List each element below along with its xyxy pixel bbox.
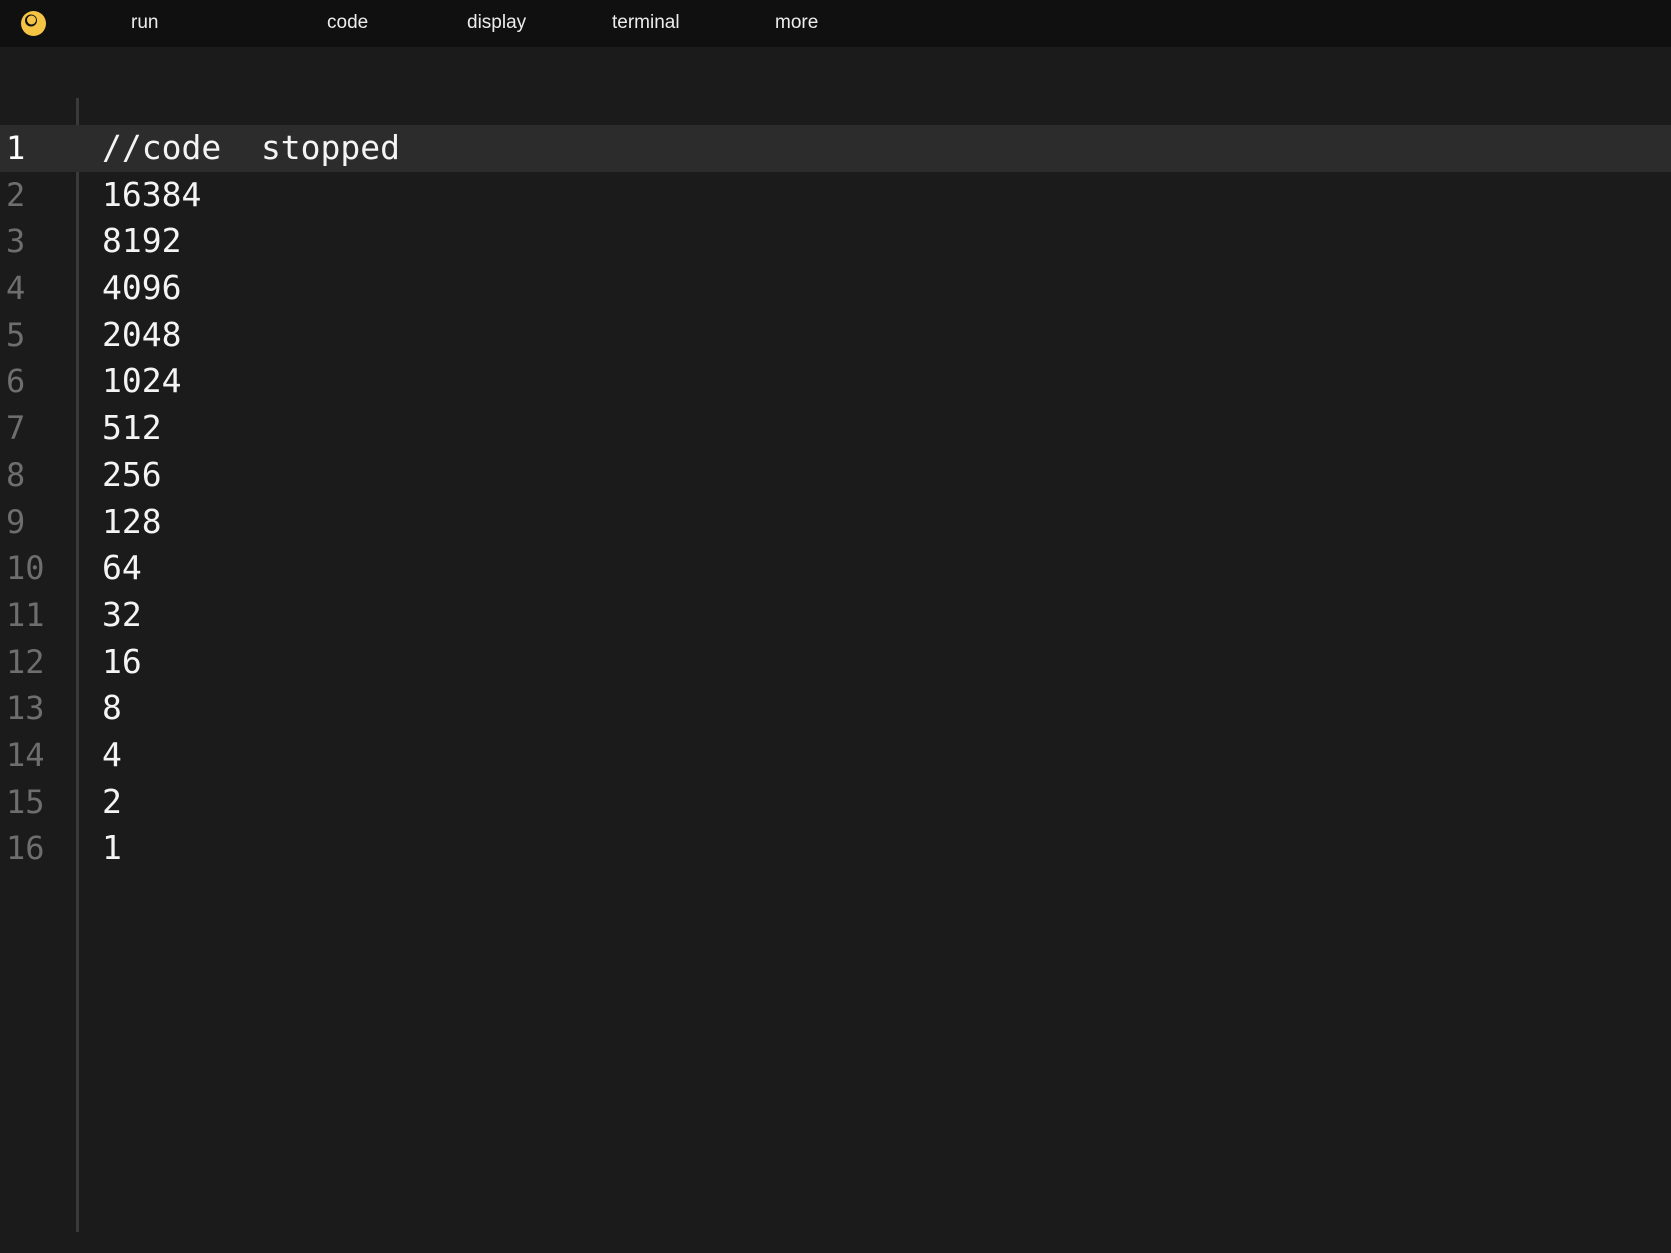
line-number: 16 — [6, 829, 45, 868]
line-number: 3 — [6, 222, 26, 261]
line-text[interactable]: 2048 — [102, 312, 181, 359]
menu-code[interactable]: code — [327, 0, 368, 47]
menu-run[interactable]: run — [131, 0, 158, 47]
editor-line[interactable]: 7 512 — [0, 405, 1671, 452]
line-text[interactable]: 1024 — [102, 358, 181, 405]
line-text[interactable]: 8 — [102, 685, 122, 732]
line-text[interactable]: 512 — [102, 405, 162, 452]
line-text[interactable]: 8192 — [102, 218, 181, 265]
editor-line[interactable]: 5 2048 — [0, 312, 1671, 359]
editor-line[interactable]: 15 2 — [0, 779, 1671, 826]
editor-line[interactable]: 12 16 — [0, 639, 1671, 686]
line-text[interactable]: 64 — [102, 545, 142, 592]
line-number: 7 — [6, 409, 26, 448]
menu-display[interactable]: display — [467, 0, 526, 47]
code-editor[interactable]: 1 //code stopped 2 16384 3 8192 4 4096 5… — [0, 47, 1671, 1253]
line-number: 9 — [6, 502, 26, 541]
editor-line[interactable]: 3 8192 — [0, 218, 1671, 265]
editor-line[interactable]: 11 32 — [0, 592, 1671, 639]
editor-line[interactable]: 6 1024 — [0, 358, 1671, 405]
line-text[interactable]: 4096 — [102, 265, 181, 312]
line-number: 2 — [6, 175, 26, 214]
line-text[interactable]: 2 — [102, 779, 122, 826]
line-number: 12 — [6, 642, 45, 681]
editor-line[interactable]: 1 //code stopped — [0, 125, 1671, 172]
editor-line[interactable]: 2 16384 — [0, 172, 1671, 219]
line-text[interactable]: 16 — [102, 639, 142, 686]
top-menu-bar: run code display terminal more — [0, 0, 1671, 47]
editor-line[interactable]: 4 4096 — [0, 265, 1671, 312]
editor-line[interactable]: 16 1 — [0, 825, 1671, 872]
line-number: 15 — [6, 782, 45, 821]
line-number: 8 — [6, 455, 26, 494]
line-number: 4 — [6, 269, 26, 308]
line-text[interactable]: 16384 — [102, 172, 201, 219]
editor-lines: 1 //code stopped 2 16384 3 8192 4 4096 5… — [0, 125, 1671, 872]
line-number: 11 — [6, 595, 45, 634]
editor-line[interactable]: 8 256 — [0, 452, 1671, 499]
line-number: 5 — [6, 315, 26, 354]
editor-line[interactable]: 9 128 — [0, 499, 1671, 546]
line-text[interactable]: 256 — [102, 452, 162, 499]
line-number: 13 — [6, 689, 45, 728]
editor-line[interactable]: 10 64 — [0, 545, 1671, 592]
editor-line[interactable]: 14 4 — [0, 732, 1671, 779]
line-text[interactable]: 4 — [102, 732, 122, 779]
line-number: 14 — [6, 735, 45, 774]
line-number: 10 — [6, 549, 45, 588]
line-number: 6 — [6, 362, 26, 401]
line-text[interactable]: 1 — [102, 825, 122, 872]
menu-more[interactable]: more — [775, 0, 818, 47]
menu-terminal[interactable]: terminal — [612, 0, 680, 47]
line-text[interactable]: //code stopped — [102, 125, 400, 172]
line-text[interactable]: 128 — [102, 499, 162, 546]
app-logo-icon[interactable] — [20, 10, 47, 37]
line-number: 1 — [6, 129, 26, 167]
line-text[interactable]: 32 — [102, 592, 142, 639]
editor-line[interactable]: 13 8 — [0, 685, 1671, 732]
